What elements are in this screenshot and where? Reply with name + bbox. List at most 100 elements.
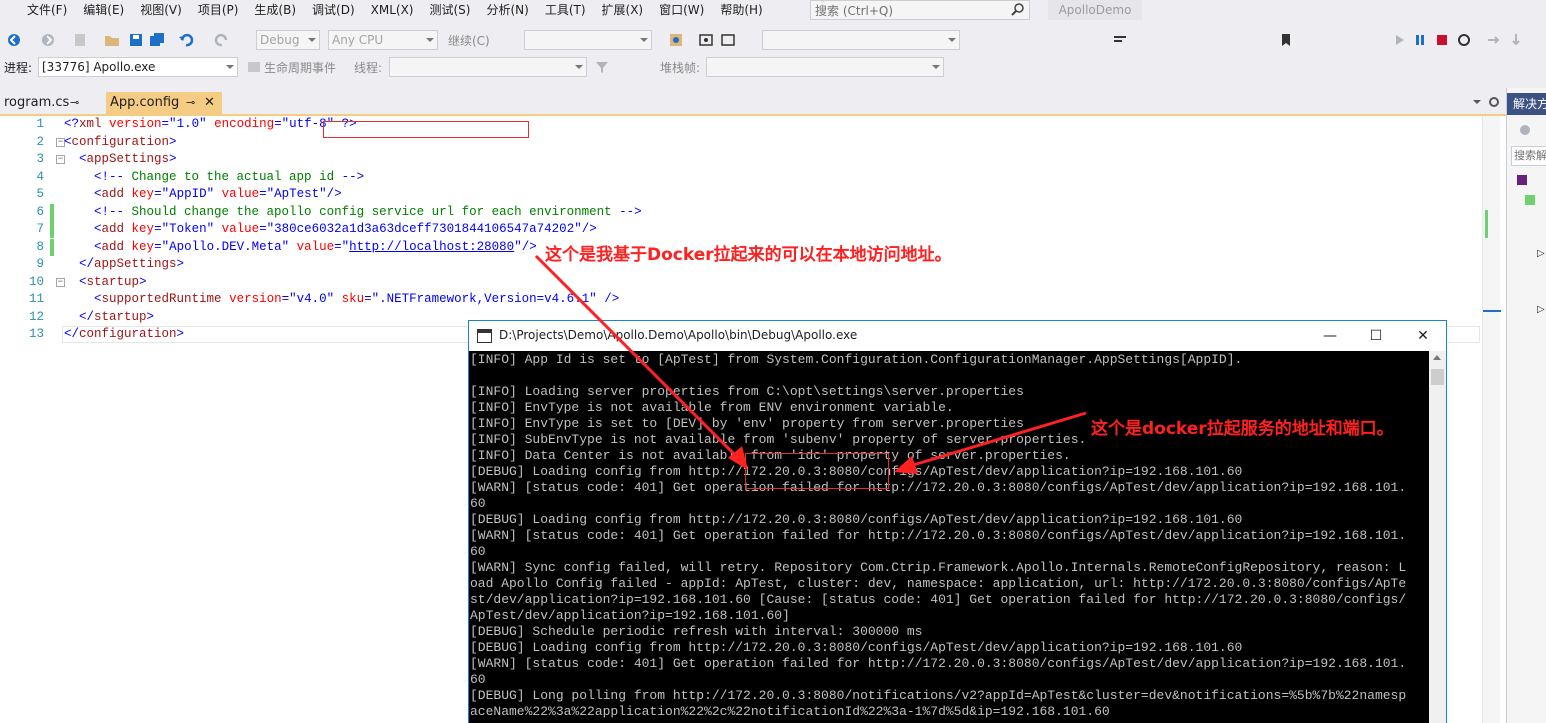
editor-scrollbar[interactable]: ⇳ <box>1482 116 1501 723</box>
code-token: /> <box>596 292 620 306</box>
startup-item-select[interactable] <box>524 30 652 50</box>
code-token: sku <box>334 292 365 306</box>
play-icon[interactable] <box>1392 32 1408 48</box>
format-icon[interactable] <box>1112 32 1128 48</box>
code-token: =" <box>334 239 350 254</box>
target-select[interactable] <box>762 30 960 50</box>
configuration-select[interactable]: Debug <box>256 30 320 50</box>
console-titlebar[interactable]: D:\Projects\Demo\Apollo.Demo\Apollo\bin\… <box>469 321 1446 351</box>
close-button[interactable]: ✕ <box>1400 321 1446 351</box>
screenshot-icon[interactable] <box>698 32 714 48</box>
save-icon[interactable] <box>128 32 144 48</box>
search-icon <box>1011 3 1024 16</box>
code-line[interactable]: 3− <appSettings> <box>0 151 1480 169</box>
save-all-icon[interactable] <box>149 32 165 48</box>
solution-search-input[interactable]: 搜索解 <box>1511 146 1546 166</box>
open-file-icon[interactable] <box>104 32 120 48</box>
menu-view[interactable]: 视图(V) <box>132 0 190 21</box>
menu-build[interactable]: 生成(B) <box>246 0 304 21</box>
expand-icon[interactable]: ▷ <box>1537 248 1545 259</box>
code-line[interactable]: 6 <!-- Should change the apollo config s… <box>0 203 1480 222</box>
annotation-box-docker-url <box>745 453 889 489</box>
new-project-icon[interactable] <box>72 32 88 48</box>
code-line[interactable]: 11 <supportedRuntime version="v4.0" sku=… <box>0 291 1480 309</box>
menu-window[interactable]: 窗口(W) <box>651 0 712 21</box>
code-token: " <box>206 222 215 236</box>
console-line: 60 <box>470 496 486 511</box>
redo-icon[interactable] <box>214 32 230 48</box>
solution-explorer-title[interactable]: 解决方 <box>1507 93 1546 115</box>
step-into-icon[interactable] <box>1508 32 1524 48</box>
code-token: " <box>206 187 215 201</box>
console-line: ApTest/dev/application?ip=192.168.101.60… <box>470 608 790 623</box>
menu-test[interactable]: 测试(S) <box>421 0 478 21</box>
back-icon[interactable] <box>1519 124 1531 136</box>
tab-app-config[interactable]: App.config ⊸ ✕ <box>106 92 222 114</box>
pause-icon[interactable] <box>1412 32 1428 48</box>
code-token: configuration <box>71 134 170 149</box>
forward-icon[interactable] <box>40 32 56 48</box>
expand-icon[interactable]: ▷ <box>1537 304 1545 315</box>
back-icon[interactable] <box>6 32 22 48</box>
console-icon[interactable] <box>720 32 736 48</box>
code-line[interactable]: 4 <!-- Change to the actual app id --> <box>0 169 1480 187</box>
code-text: <add key="AppID" value="ApTest"/> <box>64 186 342 204</box>
gear-icon[interactable] <box>1488 96 1500 108</box>
tab-program-cs[interactable]: rogram.cs ⊸ <box>0 92 104 114</box>
console-scrollbar[interactable] <box>1429 351 1446 723</box>
code-token: "/> <box>319 187 342 201</box>
menu-tools[interactable]: 工具(T) <box>537 0 594 21</box>
tab-dropdown-icon[interactable] <box>1472 98 1482 106</box>
console-line: [INFO] Loading server properties from C:… <box>470 384 1024 399</box>
bookmark-icon[interactable] <box>1278 32 1294 48</box>
lifecycle-icon[interactable] <box>246 59 262 75</box>
filter-icon[interactable] <box>594 59 610 75</box>
menu-edit[interactable]: 编辑(E) <box>75 0 132 21</box>
undo-icon[interactable] <box>178 32 194 48</box>
code-line[interactable]: 5 <add key="AppID" value="ApTest"/> <box>0 186 1480 204</box>
code-token: add <box>101 187 125 201</box>
code-token: < <box>79 152 87 166</box>
code-token: AppID <box>169 187 207 201</box>
platform-select[interactable]: Any CPU <box>328 30 438 50</box>
find-icon[interactable] <box>668 32 684 48</box>
menu-analyze[interactable]: 分析(N) <box>478 0 536 21</box>
lifecycle-events-button[interactable]: 生命周期事件 <box>264 59 336 76</box>
code-token: =" <box>154 222 170 236</box>
quick-search-input[interactable]: 搜索 (Ctrl+Q) <box>810 0 1030 20</box>
code-line[interactable]: 7 <add key="Token" value="380ce6032a1d3a… <box>0 221 1480 239</box>
code-token: " <box>589 292 597 306</box>
menu-project[interactable]: 项目(P) <box>190 0 247 21</box>
pin-icon[interactable]: ⊸ <box>70 92 79 114</box>
scroll-up-icon[interactable] <box>1433 355 1441 360</box>
code-token: key <box>124 222 155 236</box>
minimize-button[interactable]: — <box>1307 321 1353 351</box>
menu-help[interactable]: 帮助(H) <box>712 0 770 21</box>
chevron-down-icon <box>932 65 940 69</box>
pin-icon[interactable]: ⊸ <box>186 92 195 114</box>
maximize-button[interactable]: ☐ <box>1353 321 1399 351</box>
close-icon[interactable]: ✕ <box>204 92 215 114</box>
stackframe-select[interactable] <box>706 57 944 77</box>
stop-icon[interactable] <box>1434 32 1450 48</box>
menu-debug[interactable]: 调试(D) <box>304 0 363 21</box>
code-token: =" <box>259 187 275 201</box>
menu-extensions[interactable]: 扩展(X) <box>594 0 652 21</box>
thread-select[interactable] <box>389 57 587 77</box>
code-token: =" <box>154 187 170 201</box>
chevron-down-icon <box>948 38 956 42</box>
menu-xml[interactable]: XML(X) <box>363 0 422 21</box>
code-line[interactable]: 10− <startup> <box>0 274 1480 292</box>
scroll-thumb[interactable] <box>1431 369 1444 385</box>
step-over-icon[interactable] <box>1486 32 1502 48</box>
code-token: < <box>79 274 87 289</box>
code-line[interactable]: 1 <?xml version="1.0" encoding="utf-8" ?> <box>0 116 1480 134</box>
code-line[interactable]: 2− <configuration> <box>0 134 1480 152</box>
chevron-down-icon <box>226 65 234 69</box>
continue-button[interactable]: 继续(C) <box>448 32 490 49</box>
restart-icon[interactable] <box>1456 32 1472 48</box>
console-window[interactable]: D:\Projects\Demo\Apollo.Demo\Apollo\bin\… <box>468 320 1447 723</box>
menu-file[interactable]: 文件(F) <box>19 0 75 21</box>
process-select[interactable]: [33776] Apollo.exe <box>38 57 238 77</box>
